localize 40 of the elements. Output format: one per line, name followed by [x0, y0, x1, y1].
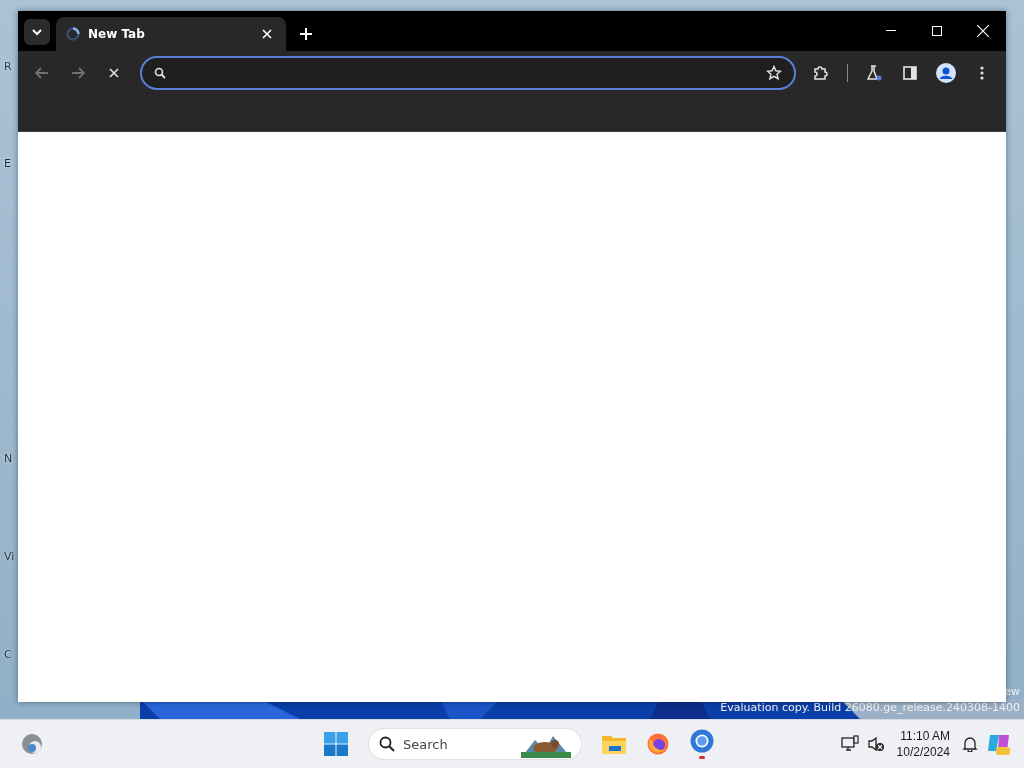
flask-icon [866, 65, 883, 81]
clock-time: 11:10 AM [900, 728, 950, 744]
monitor-icon[interactable] [840, 735, 859, 753]
chevron-down-icon [32, 28, 42, 36]
clock[interactable]: 11:10 AM 10/2/2024 [892, 728, 954, 760]
folder-icon [602, 734, 626, 754]
globe-fox-icon [647, 733, 669, 755]
search-icon [153, 67, 166, 79]
desktop-icon-label: C [4, 648, 12, 661]
tab-search-button[interactable] [24, 19, 50, 45]
tab-title: New Tab [88, 27, 146, 41]
search-field[interactable]: Search [368, 728, 582, 760]
left-arrow-icon [34, 67, 49, 79]
side-panel-icon [903, 66, 918, 80]
bell-icon[interactable] [962, 736, 978, 752]
search-placeholder: Search [403, 736, 449, 752]
menu-icon [980, 66, 985, 80]
avatar-icon [936, 63, 957, 83]
address-field[interactable] [139, 56, 796, 90]
close-icon [262, 29, 272, 39]
weather-icon[interactable] [21, 733, 43, 755]
windows-logo-icon [324, 732, 348, 756]
close-icon [977, 25, 989, 37]
loading-spinner-icon [66, 27, 80, 41]
browser-tab[interactable]: New Tab [56, 17, 286, 51]
browser-icon [690, 729, 714, 753]
plus-icon [300, 28, 312, 40]
desktop-icon-label: N [4, 452, 13, 465]
search-icon [379, 736, 395, 752]
puzzle-icon [813, 65, 830, 81]
star-icon[interactable] [765, 65, 782, 81]
desktop-icon-label: R [4, 60, 12, 73]
right-arrow-icon [70, 67, 85, 79]
clock-date: 10/2/2024 [896, 744, 950, 760]
desktop-icon-label: Vi [4, 550, 15, 563]
close-icon [108, 68, 119, 78]
desktop-icon-label: E [4, 157, 11, 170]
minimize-icon [886, 30, 896, 32]
maximize-icon [932, 26, 942, 36]
speaker-muted-icon[interactable] [866, 735, 885, 753]
